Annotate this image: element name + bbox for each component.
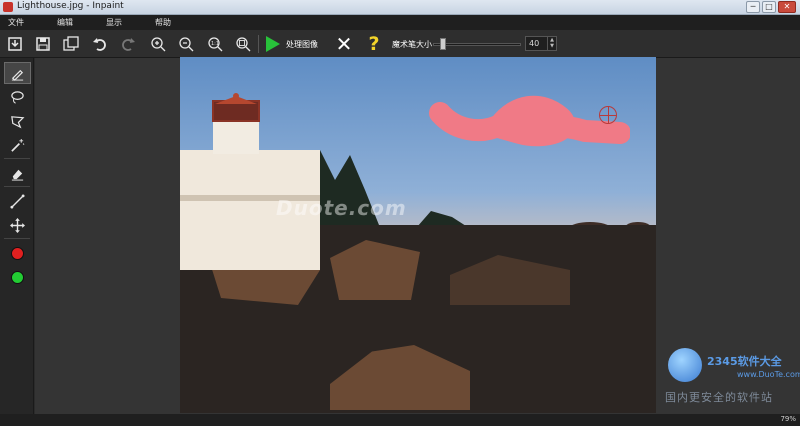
save-button[interactable]	[32, 33, 54, 55]
green-dot-icon	[11, 270, 24, 284]
zoom-actual-icon: 1:1	[208, 37, 223, 52]
zoom-fit-icon	[236, 37, 251, 52]
watermark: Duote.com	[276, 196, 407, 220]
brand-logo-icon	[668, 348, 702, 382]
brand-slogan: 国内更安全的软件站	[665, 391, 773, 404]
close-window-button[interactable]: ✕	[778, 1, 796, 13]
svg-text:1:1: 1:1	[211, 41, 219, 47]
minimize-button[interactable]: ─	[746, 1, 760, 13]
lasso-tool[interactable]	[4, 86, 31, 108]
menu-file[interactable]: 文件	[2, 15, 51, 30]
inpaint-window: Lighthouse.jpg - Inpaint ─ □ ✕ 文件 编辑 显示 …	[0, 0, 800, 426]
cancel-x-icon[interactable]: ✕	[334, 34, 354, 54]
open-icon	[8, 37, 22, 51]
brand-watermark: 2345软件大全 www.DuoTe.com 国内更安全的软件站	[665, 345, 800, 405]
slider-track	[433, 43, 521, 46]
polygon-lasso-tool[interactable]	[4, 110, 31, 132]
menu-view[interactable]: 显示	[100, 15, 149, 30]
magic-wand-tool[interactable]	[4, 134, 31, 156]
eraser-tool[interactable]	[4, 162, 31, 184]
undo-button[interactable]	[89, 33, 111, 55]
red-dot-icon	[11, 246, 24, 260]
brush-cursor-icon	[599, 106, 617, 124]
save-as-icon	[63, 36, 79, 51]
menu-edit[interactable]: 编辑	[51, 15, 100, 30]
window-title: Lighthouse.jpg - Inpaint	[17, 1, 124, 11]
status-bar: 79%	[0, 414, 800, 426]
title-bar: Lighthouse.jpg - Inpaint ─ □ ✕	[0, 0, 800, 15]
zoom-fit-button[interactable]	[232, 33, 254, 55]
redo-button[interactable]	[117, 33, 139, 55]
stepper-arrows-icon[interactable]: ▲ ▼	[547, 37, 556, 50]
line-icon	[10, 193, 25, 209]
brand-name: 2345软件大全	[707, 355, 782, 368]
tool-divider	[4, 186, 30, 187]
play-icon	[266, 36, 280, 52]
marker-icon	[11, 69, 24, 81]
zoom-in-button[interactable]	[147, 33, 169, 55]
marker-tool[interactable]	[4, 62, 31, 84]
move-tool[interactable]	[4, 214, 31, 236]
save-as-button[interactable]	[60, 33, 82, 55]
open-button[interactable]	[4, 33, 26, 55]
red-color-swatch[interactable]	[4, 242, 31, 264]
tool-divider	[4, 158, 30, 159]
magic-wand-icon	[11, 138, 25, 152]
brush-size-stepper[interactable]: 40 ▲ ▼	[525, 36, 557, 51]
menu-bar: 文件 编辑 显示 帮助	[0, 15, 800, 30]
brush-size-slider[interactable]	[433, 38, 521, 50]
tool-divider	[4, 238, 30, 239]
zoom-in-icon	[151, 37, 166, 52]
line-tool[interactable]	[4, 190, 31, 212]
window-controls: ─ □ ✕	[746, 1, 796, 13]
move-icon	[10, 217, 25, 233]
toolbar-divider	[258, 35, 259, 53]
polygon-lasso-icon	[11, 115, 25, 128]
maximize-button[interactable]: □	[762, 1, 776, 13]
zoom-level: 79%	[780, 415, 796, 423]
undo-icon	[93, 38, 106, 51]
lighthouse-tower	[213, 118, 259, 154]
redo-icon	[122, 38, 135, 51]
process-image-button[interactable]: 处理图像	[262, 33, 324, 55]
brush-size-label: 魔术笔大小	[392, 40, 432, 49]
zoom-out-icon	[179, 37, 194, 52]
menu-help[interactable]: 帮助	[149, 15, 177, 30]
process-image-label: 处理图像	[286, 39, 318, 49]
lasso-icon	[11, 90, 24, 104]
help-icon[interactable]: ?	[364, 33, 384, 55]
inpaint-mask-stroke	[429, 95, 630, 147]
green-color-swatch[interactable]	[4, 266, 31, 288]
brush-size-value: 40	[529, 39, 540, 48]
slider-thumb[interactable]	[439, 38, 446, 50]
zoom-out-button[interactable]	[175, 33, 197, 55]
brand-url: www.DuoTe.com	[737, 370, 800, 379]
zoom-actual-button[interactable]: 1:1	[204, 33, 226, 55]
app-icon	[3, 2, 13, 12]
toolbar: 1:1 处理图像 ✕ ? 魔术笔大小 40 ▲ ▼	[0, 30, 800, 58]
save-icon	[36, 37, 50, 51]
lighthouse-finial	[233, 93, 239, 99]
tool-panel	[0, 58, 34, 414]
eraser-icon	[11, 169, 24, 181]
